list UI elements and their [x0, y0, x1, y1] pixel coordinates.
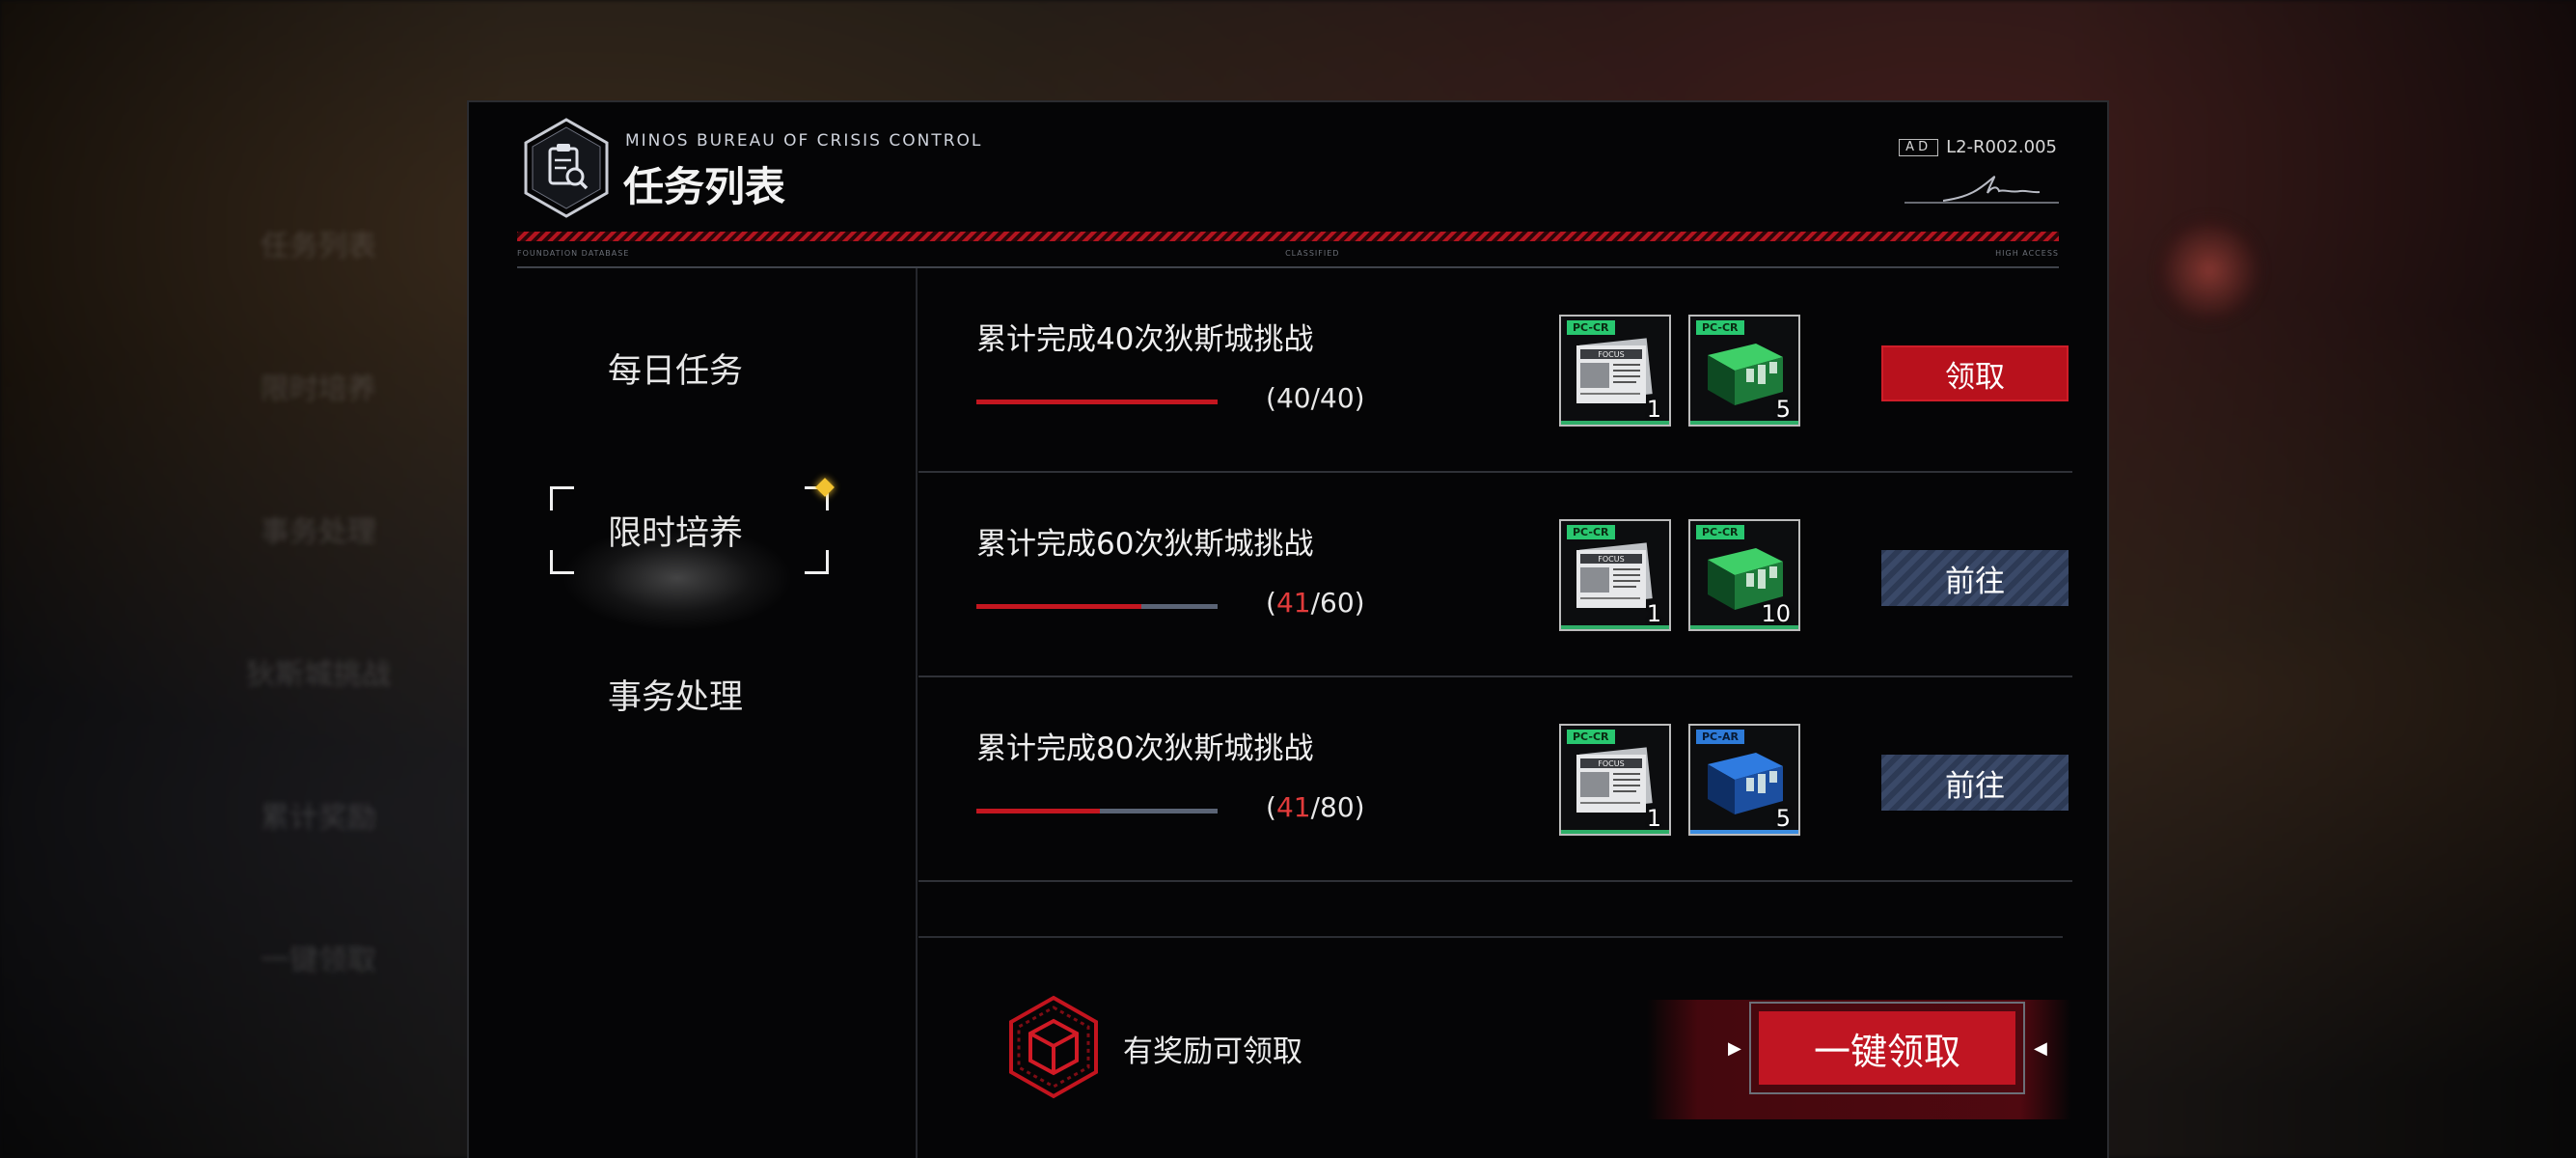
arrow-left-icon: ◀ — [2034, 1038, 2047, 1059]
svg-text:FOCUS: FOCUS — [1598, 350, 1624, 359]
reward-item[interactable]: PC-AR 5 — [1688, 724, 1800, 836]
sidebar-item-affairs[interactable]: 事务处理 — [579, 670, 772, 719]
background-menu-item: 狄斯城挑战 — [246, 658, 391, 692]
reward-rarity-tag: PC-AR — [1696, 730, 1744, 744]
bureau-logo-icon — [524, 118, 609, 218]
arrow-right-icon: ▶ — [1728, 1038, 1741, 1059]
background-menu: 任务列表限时培养事务处理狄斯城挑战累计奖励一键领取 — [145, 222, 492, 979]
go-button[interactable]: 前往 — [1881, 550, 2069, 606]
progress-total: 40 — [1320, 382, 1355, 414]
progress-count: (41/80) — [1266, 791, 1365, 823]
reward-rarity-bar — [1561, 625, 1669, 629]
reward-quantity: 1 — [1646, 805, 1661, 832]
svg-text:FOCUS: FOCUS — [1598, 759, 1624, 768]
reward-quantity: 10 — [1761, 600, 1791, 627]
panel-title: 任务列表 — [623, 163, 786, 210]
micro-label-left: FOUNDATION DATABASE — [517, 249, 630, 258]
progress-bar-fill — [976, 604, 1141, 609]
signature-icon — [1905, 176, 2059, 204]
progress-current: 40 — [1275, 382, 1311, 414]
reward-item[interactable]: PC-CR 5 — [1688, 315, 1800, 427]
selection-corner — [805, 550, 829, 574]
reward-rarity-tag: PC-CR — [1696, 525, 1744, 539]
reward-rarity-bar — [1690, 625, 1798, 629]
reward-quantity: 5 — [1775, 396, 1791, 423]
reward-rarity-tag: PC-CR — [1567, 525, 1615, 539]
background-menu-item: 事务处理 — [260, 515, 376, 549]
background-menu-item: 一键领取 — [260, 944, 376, 978]
reward-rarity-tag: PC-CR — [1567, 320, 1615, 335]
task-name: 累计完成40次狄斯城挑战 — [976, 322, 1314, 357]
reward-rarity-bar — [1561, 421, 1669, 425]
sidebar-item-daily-tasks[interactable]: 每日任务 — [579, 344, 772, 393]
background-menu-item: 任务列表 — [260, 230, 376, 263]
task-row: 累计完成60次狄斯城挑战 (41/60) FOCUS PC-CR 1 PC-CR 10 前往 — [918, 473, 2072, 677]
selection-corner — [550, 486, 574, 510]
task-list-panel: MINOS BUREAU OF CRISIS CONTROL 任务列表 AD L… — [467, 100, 2109, 1158]
task-name: 累计完成80次狄斯城挑战 — [976, 731, 1314, 766]
reward-quantity: 5 — [1775, 805, 1791, 832]
reward-item[interactable]: PC-CR 10 — [1688, 519, 1800, 631]
reward-quantity: 1 — [1646, 600, 1661, 627]
progress-bar-fill — [976, 400, 1218, 404]
background-badge — [2151, 212, 2267, 328]
progress-bar — [976, 809, 1218, 813]
reward-item[interactable]: FOCUS PC-CR 1 — [1559, 315, 1671, 427]
reward-rarity-bar — [1561, 830, 1669, 834]
progress-bar — [976, 604, 1218, 609]
footer-divider — [918, 936, 2063, 938]
sidebar-item-limited-training[interactable]: 限时培养 — [579, 506, 772, 555]
go-button[interactable]: 前往 — [1881, 755, 2069, 811]
progress-total: 80 — [1320, 791, 1355, 823]
micro-label-center: CLASSIFIED — [1285, 249, 1340, 258]
claim-all-button[interactable]: 一键领取 — [1759, 1011, 2015, 1085]
reward-item[interactable]: FOCUS PC-CR 1 — [1559, 519, 1671, 631]
reward-item[interactable]: FOCUS PC-CR 1 — [1559, 724, 1671, 836]
hazard-stripe — [517, 232, 2059, 241]
progress-total: 60 — [1320, 587, 1355, 619]
organization-name: MINOS BUREAU OF CRISIS CONTROL — [625, 131, 983, 151]
background-menu-item: 累计奖励 — [260, 801, 376, 835]
task-row: 累计完成40次狄斯城挑战 (40/40) FOCUS PC-CR 1 PC-CR 5 领取 — [918, 268, 2072, 473]
task-name: 累计完成60次狄斯城挑战 — [976, 527, 1314, 562]
reward-available-text: 有奖励可领取 — [1123, 1034, 1302, 1069]
selection-corner — [550, 550, 574, 574]
task-row: 累计完成80次狄斯城挑战 (41/80) FOCUS PC-CR 1 PC-AR 5 前往 — [918, 677, 2072, 882]
reward-rarity-tag: PC-CR — [1567, 730, 1615, 744]
document-code: AD L2-R002.005 — [1899, 137, 2057, 157]
reward-rarity-bar — [1690, 830, 1798, 834]
reward-quantity: 1 — [1646, 396, 1661, 423]
progress-count: (41/60) — [1266, 587, 1365, 619]
sidebar-divider — [916, 268, 918, 1158]
code-text: L2-R002.005 — [1946, 137, 2057, 157]
progress-count: (40/40) — [1266, 382, 1365, 414]
progress-current: 41 — [1275, 791, 1311, 823]
svg-text:FOCUS: FOCUS — [1598, 555, 1624, 564]
code-box: AD — [1899, 138, 1939, 156]
background-menu-item: 限时培养 — [260, 372, 376, 406]
progress-bar-fill — [976, 809, 1101, 813]
micro-label-right: HIGH ACCESS — [1995, 249, 2059, 258]
reward-rarity-tag: PC-CR — [1696, 320, 1744, 335]
progress-current: 41 — [1275, 587, 1311, 619]
progress-bar — [976, 400, 1218, 404]
reward-cube-icon — [1009, 995, 1098, 1099]
micro-labels: FOUNDATION DATABASE CLASSIFIED HIGH ACCE… — [517, 249, 2059, 262]
reward-rarity-bar — [1690, 421, 1798, 425]
claim-button[interactable]: 领取 — [1881, 345, 2069, 401]
